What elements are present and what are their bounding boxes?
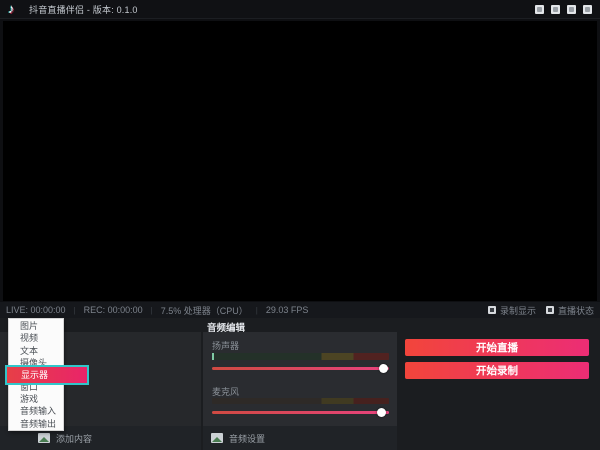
video-preview-canvas[interactable] (3, 21, 597, 301)
speaker-volume-slider[interactable] (212, 367, 389, 370)
add-content-label: 添加内容 (56, 432, 92, 445)
menu-item-video[interactable]: 视频 (9, 332, 63, 344)
mic-volume-slider[interactable] (212, 411, 389, 414)
rec-timer: REC: 00:00:00 (84, 305, 143, 315)
douyin-logo-icon: ♪ (8, 2, 20, 16)
status-right-group: 录制显示 直播状态 (488, 304, 594, 317)
add-content-icon (38, 433, 50, 443)
fps-counter: 29.03 FPS (266, 305, 309, 315)
start-record-button[interactable]: 开始录制 (405, 362, 589, 379)
live-timer: LIVE: 00:00:00 (6, 305, 66, 315)
window-control-3-icon[interactable] (567, 5, 576, 14)
window-control-2-icon[interactable] (551, 5, 560, 14)
menu-item-audio-input[interactable]: 音频输入 (9, 405, 63, 417)
menu-item-audio-output[interactable]: 音频输出 (9, 418, 63, 430)
audio-panel: 扬声器 麦克风 (203, 332, 397, 426)
live-status-label: 直播状态 (558, 304, 594, 317)
menu-item-text[interactable]: 文本 (9, 345, 63, 357)
mic-label: 麦克风 (212, 385, 239, 398)
audio-settings-label: 音频设置 (229, 432, 265, 445)
speaker-slider-handle[interactable] (379, 364, 388, 373)
record-display-toggle[interactable]: 录制显示 (488, 304, 536, 317)
live-status-icon (546, 306, 554, 314)
audio-settings-button[interactable]: 音频设置 (203, 426, 397, 450)
titlebar: ♪ 抖音直播伴侣 - 版本: 0.1.0 (0, 0, 600, 19)
window-title: 抖音直播伴侣 - 版本: 0.1.0 (29, 3, 138, 16)
speaker-vu-meter (212, 353, 389, 360)
menu-item-display-highlighted[interactable]: 显示器 (5, 365, 89, 385)
window-control-1-icon[interactable] (535, 5, 544, 14)
live-status-toggle[interactable]: 直播状态 (546, 304, 594, 317)
menu-item-image[interactable]: 图片 (9, 320, 63, 332)
status-separator: | (256, 306, 258, 315)
window-controls (535, 5, 592, 14)
window-control-4-icon[interactable] (583, 5, 592, 14)
menu-item-game[interactable]: 游戏 (9, 393, 63, 405)
status-separator: | (151, 306, 153, 315)
record-display-label: 录制显示 (500, 304, 536, 317)
workspace: 添加内容 音频编辑 扬声器 麦克风 音频设置 开始直播 开始录制 (0, 318, 600, 450)
mic-vu-meter (212, 398, 389, 404)
status-bar: LIVE: 00:00:00 | REC: 00:00:00 | 7.5% 处理… (0, 302, 600, 318)
speaker-label: 扬声器 (212, 339, 239, 352)
cpu-usage: 7.5% 处理器（CPU） (161, 304, 248, 317)
record-display-icon (488, 306, 496, 314)
mic-slider-handle[interactable] (377, 408, 386, 417)
audio-settings-icon (211, 433, 223, 443)
start-live-button[interactable]: 开始直播 (405, 339, 589, 356)
status-separator: | (74, 306, 76, 315)
